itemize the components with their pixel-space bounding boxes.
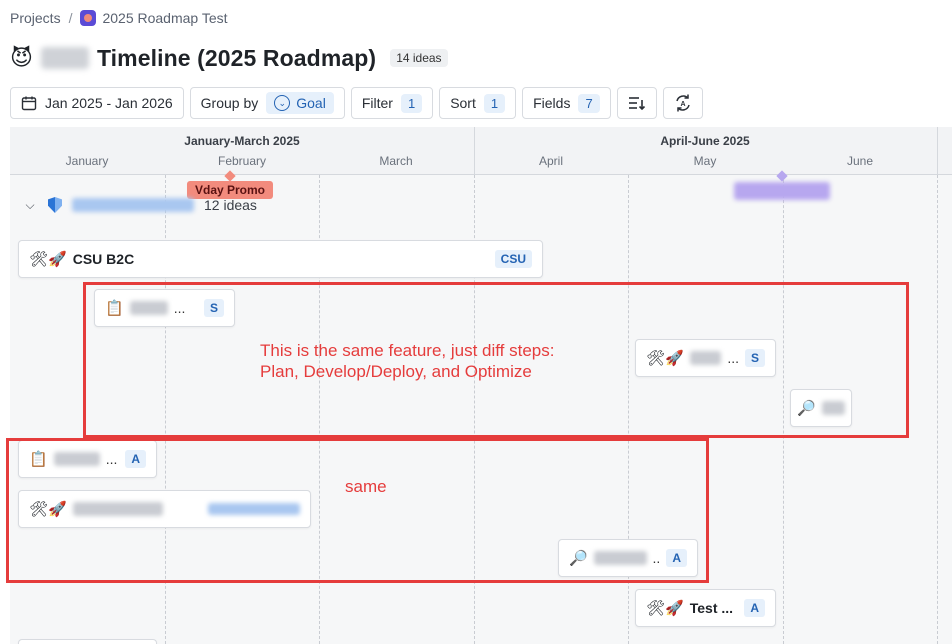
month-label: June [846, 154, 874, 168]
breadcrumb-separator: / [68, 10, 73, 26]
tools-rocket-icon: 🛠🚀 [29, 251, 67, 268]
filter-button[interactable]: Filter 1 [350, 87, 434, 119]
breadcrumb-current-label: 2025 Roadmap Test [102, 10, 228, 26]
annotation-note-same: same [345, 477, 387, 496]
ideas-count-badge: 14 ideas [390, 49, 448, 67]
group-by-label: Group by [200, 95, 259, 111]
sort-count-badge: 1 [483, 93, 506, 113]
date-range-button[interactable]: Jan 2025 - Jan 2026 [10, 87, 184, 119]
chevron-down-circle-icon: ⌄ [274, 95, 291, 111]
milestone-redacted[interactable] [734, 182, 830, 200]
group-name-redacted [72, 198, 194, 212]
breadcrumb-current[interactable]: 2025 Roadmap Test [80, 10, 228, 26]
calendar-icon [21, 96, 37, 111]
quarter-divider [937, 127, 938, 175]
month-label: February [217, 154, 267, 168]
quarter-label: April-June 2025 [660, 134, 750, 148]
month-label: May [693, 154, 717, 168]
breadcrumb-projects-link[interactable]: Projects [10, 10, 61, 26]
idea-card-title: Test ... [689, 600, 734, 616]
shield-icon [48, 197, 62, 213]
month-label: March [379, 154, 413, 168]
idea-card-title: CSU B2C [72, 251, 135, 267]
annotation-note-line: This is the same feature, just diff step… [260, 341, 555, 360]
density-button[interactable] [616, 87, 657, 119]
filter-label: Filter [361, 95, 393, 111]
timeline-header: January-March 2025 April-June 2025 Janua… [10, 127, 952, 175]
tools-rocket-icon: 🛠🚀 [646, 600, 684, 617]
page-title: Timeline (2025 Roadmap) [96, 44, 377, 71]
annotation-box [6, 438, 709, 583]
grid-line [937, 175, 938, 644]
group-by-value: Goal [296, 95, 326, 111]
month-label: April [538, 154, 564, 168]
idea-card[interactable] [18, 639, 157, 644]
sort-label: Sort [450, 95, 476, 111]
month-label: January [65, 154, 109, 168]
toolbar: Jan 2025 - Jan 2026 Group by ⌄ Goal Filt… [10, 87, 703, 119]
auto-refresh-button[interactable]: A [662, 87, 703, 119]
page-title-row: 😈 Timeline (2025 Roadmap) 14 ideas [10, 44, 448, 72]
sort-button[interactable]: Sort 1 [439, 87, 517, 119]
idea-card-tag: A [744, 599, 765, 617]
group-by-button[interactable]: Group by ⌄ Goal [189, 87, 345, 119]
fields-button[interactable]: Fields 7 [522, 87, 611, 119]
group-by-value-chip: ⌄ Goal [266, 92, 334, 114]
group-ideas-count: 12 ideas [204, 197, 257, 213]
devil-emoji-icon: 😈 [10, 45, 33, 70]
density-icon [628, 97, 645, 111]
svg-text:A: A [680, 101, 685, 108]
group-header[interactable]: ⌵ 12 ideas [22, 197, 257, 213]
fields-count-badge: 7 [578, 93, 600, 113]
idea-card-tag: CSU [494, 250, 532, 268]
auto-refresh-icon: A [675, 94, 690, 112]
fields-label: Fields [533, 95, 571, 111]
redacted-title-prefix [40, 47, 89, 69]
annotation-note-line: Plan, Develop/Deploy, and Optimize [260, 362, 532, 381]
quarter-divider [474, 127, 475, 175]
breadcrumb: Projects / 2025 Roadmap Test [10, 10, 228, 26]
idea-card[interactable]: 🛠🚀 CSU B2C CSU [18, 240, 543, 278]
date-range-label: Jan 2025 - Jan 2026 [45, 95, 173, 111]
project-icon [80, 10, 97, 26]
quarter-label: January-March 2025 [184, 134, 300, 148]
idea-card[interactable]: 🛠🚀 Test ... A [635, 589, 776, 627]
chevron-down-icon[interactable]: ⌵ [22, 198, 38, 213]
filter-count-badge: 1 [400, 93, 423, 113]
annotation-note: This is the same feature, just diff step… [260, 340, 555, 382]
